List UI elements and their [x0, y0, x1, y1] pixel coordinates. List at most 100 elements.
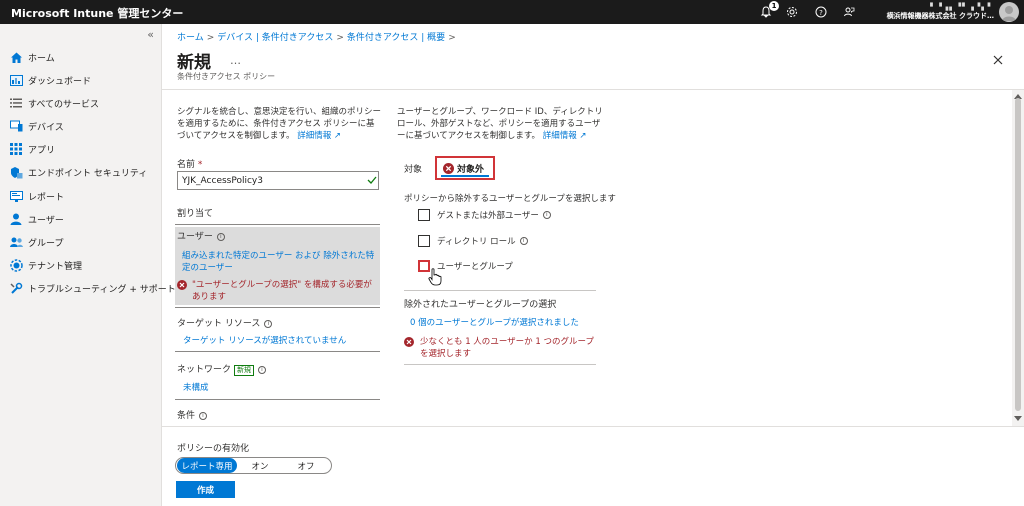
sidebar-item-reports[interactable]: レポート [9, 187, 64, 205]
checkbox-label: ディレクトリ ロール [437, 237, 516, 247]
create-button[interactable]: 作成 [176, 481, 235, 498]
sidebar-item-troubleshooting[interactable]: トラブルシューティング + サポート [9, 279, 176, 297]
sidebar-item-groups[interactable]: グループ [9, 233, 63, 251]
enable-policy-toggle: レポート専用 オン オフ [175, 457, 332, 474]
account-tenant: 横浜情報機器株式会社 クラウド… [886, 12, 994, 20]
avatar[interactable] [999, 2, 1019, 22]
feedback-icon [844, 7, 855, 17]
page-subtitle: 条件付きアクセス ポリシー [177, 72, 276, 81]
excluded-selection-link[interactable]: 0 個のユーザーとグループが選択されました [410, 316, 579, 328]
sidebar-item-label: アプリ [28, 145, 56, 156]
scroll-down-icon[interactable] [1014, 416, 1022, 421]
help-button[interactable]: ? [812, 3, 830, 21]
assignments-label: 割り当て [177, 209, 214, 219]
conditions-title: 条件 i [177, 408, 208, 421]
toggle-off[interactable]: オフ [283, 458, 329, 473]
user-icon [9, 212, 23, 226]
policy-description-text: シグナルを統合し、意思決定を行い、組織のポリシーを適用するために、条件付きアクセ… [177, 107, 382, 141]
reports-icon [9, 189, 23, 203]
sidebar-item-label: レポート [28, 192, 65, 203]
new-badge: 新規 [234, 365, 255, 376]
sidebar-item-tenant-admin[interactable]: テナント管理 [9, 256, 82, 274]
learn-more-link[interactable]: 詳細情報 [297, 131, 331, 141]
target-resources-text: ターゲット リソース [177, 319, 261, 329]
notifications-button[interactable]: 1 [757, 1, 779, 21]
page-title: 新規 [177, 53, 211, 73]
network-title: ネットワーク 新規 i [177, 362, 267, 376]
breadcrumb-devices-conditional-access[interactable]: デバイス | 条件付きアクセス [217, 33, 333, 43]
active-tab-indicator [441, 175, 489, 177]
checkbox-label: ユーザーとグループ [437, 262, 513, 272]
scrollbar[interactable] [1012, 90, 1024, 426]
users-description: ユーザーとグループ、ワークロード ID、ディレクトリ ロール、外部ゲストなど、ポ… [397, 106, 603, 142]
breadcrumb-home[interactable]: ホーム [177, 33, 204, 43]
error-icon [404, 337, 414, 347]
sidebar-item-label: ホーム [28, 53, 55, 64]
breadcrumb-conditional-access-overview[interactable]: 条件付きアクセス | 概要 [347, 33, 445, 43]
users-title: ユーザー i [177, 229, 225, 242]
users-selection-link[interactable]: 組み込まれた特定のユーザー および 除外された特定のユーザー [182, 250, 377, 274]
sidebar-item-label: デバイス [28, 122, 64, 133]
info-icon[interactable]: i [199, 411, 208, 420]
network-link[interactable]: 未構成 [183, 381, 209, 393]
checkbox-label: ゲストまたは外部ユーザー [437, 211, 539, 221]
svg-text:?: ? [819, 9, 823, 17]
sidebar-item-label: エンドポイント セキュリティ [28, 168, 148, 179]
name-label: 名前 * [177, 157, 202, 170]
info-icon[interactable]: i [258, 365, 267, 374]
sidebar: « ホーム ダッシュボード すべてのサービス デバイス アプリ エンドポイント … [0, 24, 176, 506]
info-icon[interactable]: i [519, 237, 528, 245]
guest-external-users-checkbox[interactable] [418, 209, 430, 221]
users-error-message: "ユーザーとグループの選択" を構成する必要があります [192, 280, 372, 302]
sidebar-item-users[interactable]: ユーザー [9, 210, 64, 228]
sidebar-item-devices[interactable]: デバイス [9, 117, 64, 135]
guest-external-users-option[interactable]: ゲストまたは外部ユーザー i [418, 209, 551, 221]
more-options-button[interactable]: … [230, 54, 242, 67]
info-icon[interactable]: i [216, 232, 225, 241]
toggle-report-only[interactable]: レポート専用 [177, 458, 237, 473]
scroll-thumb[interactable] [1015, 98, 1021, 411]
target-resources-link[interactable]: ターゲット リソースが選択されていません [183, 334, 346, 346]
learn-more-link[interactable]: 詳細情報 [543, 131, 577, 141]
settings-button[interactable] [783, 3, 801, 21]
sidebar-item-home[interactable]: ホーム [9, 48, 55, 66]
sidebar-item-label: グループ [28, 238, 64, 249]
notification-badge: 1 [769, 1, 779, 11]
sidebar-item-dashboard[interactable]: ダッシュボード [9, 71, 91, 89]
gear-icon [787, 7, 797, 17]
required-marker: * [197, 160, 203, 170]
info-icon[interactable]: i [264, 319, 273, 328]
users-title-text: ユーザー [177, 232, 213, 242]
devices-icon [9, 119, 23, 133]
dashboard-icon [9, 73, 23, 87]
tab-include[interactable]: 対象 [404, 162, 422, 175]
policy-description: シグナルを統合し、意思決定を行い、組織のポリシーを適用するために、条件付きアクセ… [177, 106, 383, 142]
error-icon [177, 280, 187, 290]
app-title[interactable]: Microsoft Intune 管理センター [11, 5, 183, 21]
directory-roles-option[interactable]: ディレクトリ ロール i [418, 235, 528, 247]
divider [175, 351, 380, 352]
divider [175, 224, 380, 225]
external-link-icon: ↗ [333, 131, 342, 141]
sidebar-item-label: テナント管理 [28, 261, 83, 272]
name-label-text: 名前 [177, 160, 196, 170]
feedback-button[interactable] [840, 3, 858, 21]
info-icon[interactable]: i [542, 211, 551, 219]
close-button[interactable] [991, 53, 1005, 67]
account-info[interactable]: ▘▝▗▖▝▘▗▝▖▘ 横浜情報機器株式会社 クラウド… [887, 3, 994, 21]
divider [404, 364, 596, 365]
sidebar-item-all-services[interactable]: すべてのサービス [9, 94, 99, 112]
divider [175, 399, 380, 400]
sidebar-item-label: ダッシュボード [28, 76, 92, 87]
users-section[interactable]: ユーザー i 組み込まれた特定のユーザー および 除外された特定のユーザー "ユー… [175, 227, 380, 305]
header-divider [162, 89, 1024, 90]
sidebar-item-endpoint-security[interactable]: エンドポイント セキュリティ [9, 163, 147, 181]
help-icon: ? [815, 6, 827, 18]
directory-roles-checkbox[interactable] [418, 235, 430, 247]
policy-name-input[interactable] [177, 171, 379, 190]
target-resources-title: ターゲット リソース i [177, 316, 273, 329]
collapse-sidebar-button[interactable]: « [147, 28, 154, 41]
footer-divider [162, 426, 1024, 427]
sidebar-item-apps[interactable]: アプリ [9, 140, 55, 158]
toggle-on[interactable]: オン [237, 458, 283, 473]
